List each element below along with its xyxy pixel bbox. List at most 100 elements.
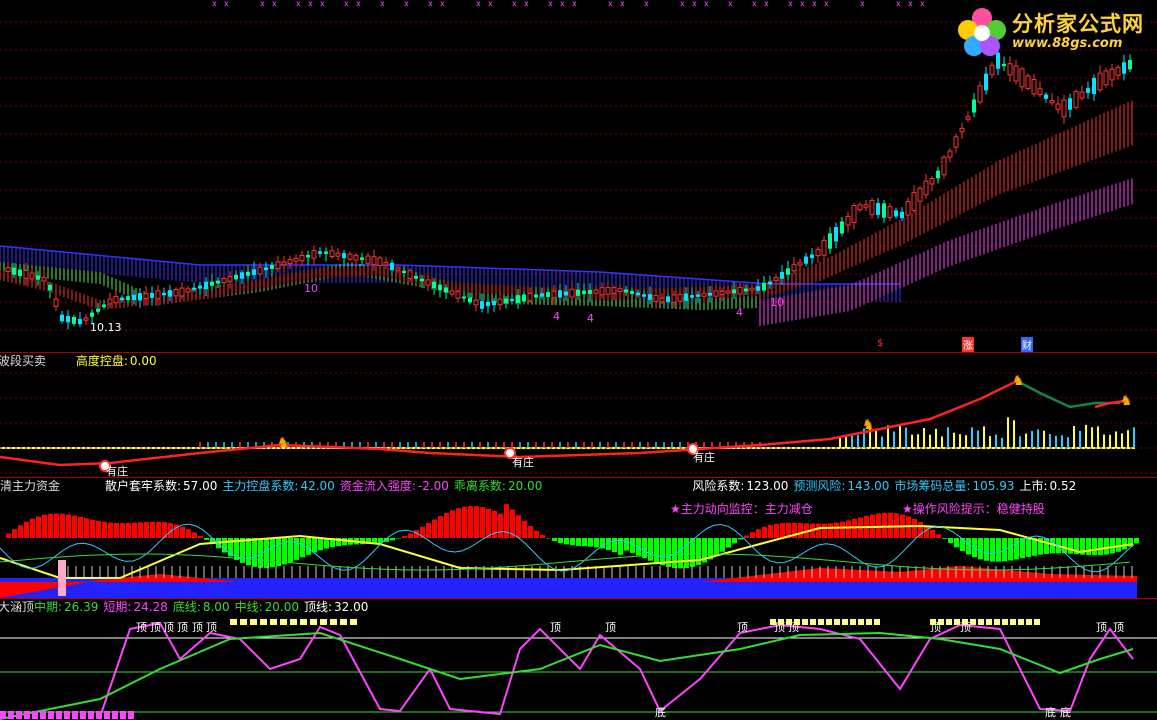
top-mark-label: 顶	[550, 621, 561, 634]
indicator-number: 105.93	[972, 479, 1015, 493]
low-price-label: 10.13	[90, 321, 122, 334]
indicator-number: 143.00	[847, 479, 890, 493]
indicator-number: 26.39	[64, 600, 99, 614]
count-label: 4	[736, 306, 743, 319]
wave-trade-pane[interactable]: ♞ ♞ ♞ ♞ 波段买卖 高度控盘: 0.00 有庄 有庄 有庄	[0, 353, 1157, 477]
top-tick-mark: x	[272, 0, 277, 8]
zhuang-marker: 有庄	[106, 465, 128, 477]
indicator-value: 预测风险:	[793, 479, 846, 493]
top-tick-mark: x	[440, 0, 445, 8]
top-tick-mark: x	[704, 0, 709, 8]
indicator-number: 57.00	[183, 479, 218, 493]
top-tick-mark: x	[608, 0, 613, 8]
count-label: 4	[553, 310, 560, 323]
top-tick-mark: x	[572, 0, 577, 8]
watermark-logo: 分析家公式网 www.88gs.com	[954, 6, 1149, 58]
top-mark-label: 顶	[150, 621, 161, 634]
top-tick-mark: x	[212, 0, 217, 8]
count-label: 4	[587, 312, 594, 325]
top-mark-label: 顶	[1096, 621, 1107, 634]
top-tick-mark: x	[260, 0, 265, 8]
runner-icon: ♞	[277, 435, 290, 451]
count-label: 10	[770, 296, 784, 309]
indicator-value: 主力控盘系数:	[222, 479, 299, 493]
risk-hint-note: ★操作风险提示：稳健持股	[902, 502, 1045, 516]
indicator-number: 0.52	[1049, 479, 1077, 493]
indicator-number: -2.00	[417, 479, 449, 493]
pane-title: 波段买卖	[0, 354, 47, 368]
watermark-title: 分析家公式网	[1012, 11, 1144, 36]
wave-chart: ♞ ♞ ♞ ♞	[0, 372, 1157, 474]
top-tick-mark: x	[308, 0, 313, 8]
indicator-value: 顶线:	[303, 600, 333, 614]
top-tick-mark: x	[380, 0, 385, 8]
top-tick-mark: x	[860, 0, 865, 8]
top-tick-mark: x	[428, 0, 433, 8]
top-tick-mark: x	[620, 0, 625, 8]
indicator-number: 123.00	[746, 479, 789, 493]
top-tick-mark: x	[404, 0, 409, 8]
top-tick-mark: x	[296, 0, 301, 8]
control-value: 0.00	[129, 354, 157, 368]
flower-icon	[958, 8, 1006, 56]
indicator-value: 资金流入强度:	[339, 479, 416, 493]
bottom-mark-label: 底	[1045, 705, 1056, 719]
pane-header: 看清主力资金	[0, 478, 66, 494]
top-tick-mark: x	[812, 0, 817, 8]
top-mark-label: 顶	[192, 621, 203, 634]
zhuang-marker: 有庄	[693, 451, 715, 464]
fund-chart	[0, 504, 1139, 598]
top-bottom-chart: 顶顶顶顶顶顶顶顶顶顶顶顶顶顶顶底底底	[0, 619, 1157, 720]
indicator-number: 8.00	[202, 600, 230, 614]
signal-cai: 财	[1021, 337, 1033, 352]
top-tick-mark: x	[728, 0, 733, 8]
top-tick-mark: x	[920, 0, 925, 8]
main-fund-pane[interactable]: 看清主力资金 散户套牢系数:57.00 主力控盘系数:42.00 资金流入强度:-2…	[0, 478, 1157, 598]
top-tick-mark: x	[548, 0, 553, 8]
signal-dollar: $	[877, 338, 884, 349]
bottom-mark-label: 底	[655, 705, 666, 719]
zhuang-marker: 有庄	[512, 456, 534, 469]
fund-monitor-note: ★主力动向监控：主力减仓	[670, 502, 813, 516]
control-label: 高度控盘:	[75, 354, 128, 368]
top-tick-mark: x	[344, 0, 349, 8]
top-mark-label: 顶	[177, 621, 188, 634]
top-tick-mark: x	[680, 0, 685, 8]
top-tick-mark: x	[908, 0, 913, 8]
top-tick-mark: x	[800, 0, 805, 8]
top-tick-mark: x	[764, 0, 769, 8]
fund-indicator-values: 散户套牢系数: 57.00 主力控盘系数: 42.00 资金流入强度: -2.00 乖离系数…	[105, 478, 1081, 494]
runner-icon: ♞	[862, 417, 875, 433]
runner-icon: ♞	[1012, 373, 1025, 389]
top-tick-mark: x	[752, 0, 757, 8]
top-tick-mark: x	[488, 0, 493, 8]
indicator-value: 乖离系数:	[453, 479, 506, 493]
pane-title: 看清主力资金	[0, 479, 61, 493]
indicator-value: 上市:	[1019, 479, 1048, 493]
top-mark-label: 顶	[163, 621, 174, 634]
main-price-pane[interactable]: xxxxxxxxxxxxxxxxxxxxxxxxxxxxxxxxxxxxx 分析…	[0, 0, 1157, 352]
top-mark-label: 顶	[136, 621, 147, 634]
indicator-value: 中线:	[234, 600, 263, 614]
watermark-url: www.88gs.com	[1012, 36, 1123, 51]
bottom-mark-label: 底	[1060, 705, 1071, 719]
signal-zhang: 涨	[962, 337, 974, 352]
runner-icon: ♞	[1120, 393, 1133, 409]
top-tick-mark: x	[824, 0, 829, 8]
pane-header: 波段买卖 高度控盘: 0.00	[0, 353, 163, 369]
top-tick-mark: x	[512, 0, 517, 8]
top-tick-mark: x	[356, 0, 361, 8]
top-tick-mark: x	[476, 0, 481, 8]
indicator-value: 散户套牢系数:	[105, 479, 182, 493]
pane-title: 大涵顶	[0, 600, 35, 614]
indicator-number: 42.00	[300, 479, 335, 493]
indicator-number: 20.00	[264, 600, 299, 614]
indicator-value: 市场筹码总量:	[894, 479, 971, 493]
indicator-value: 底线:	[172, 600, 201, 614]
top-bottom-pane[interactable]: 顶顶顶顶顶顶顶顶顶顶顶顶顶顶顶底底底 大涵顶 中期: 26.39 短期: 24.28 底…	[0, 599, 1157, 720]
top-tick-mark: x	[896, 0, 901, 8]
top-mark-label: 顶	[1113, 621, 1124, 634]
top-mark-label: 顶	[206, 621, 217, 634]
count-label: 10	[304, 282, 318, 295]
top-mark-label: 顶	[737, 621, 748, 634]
